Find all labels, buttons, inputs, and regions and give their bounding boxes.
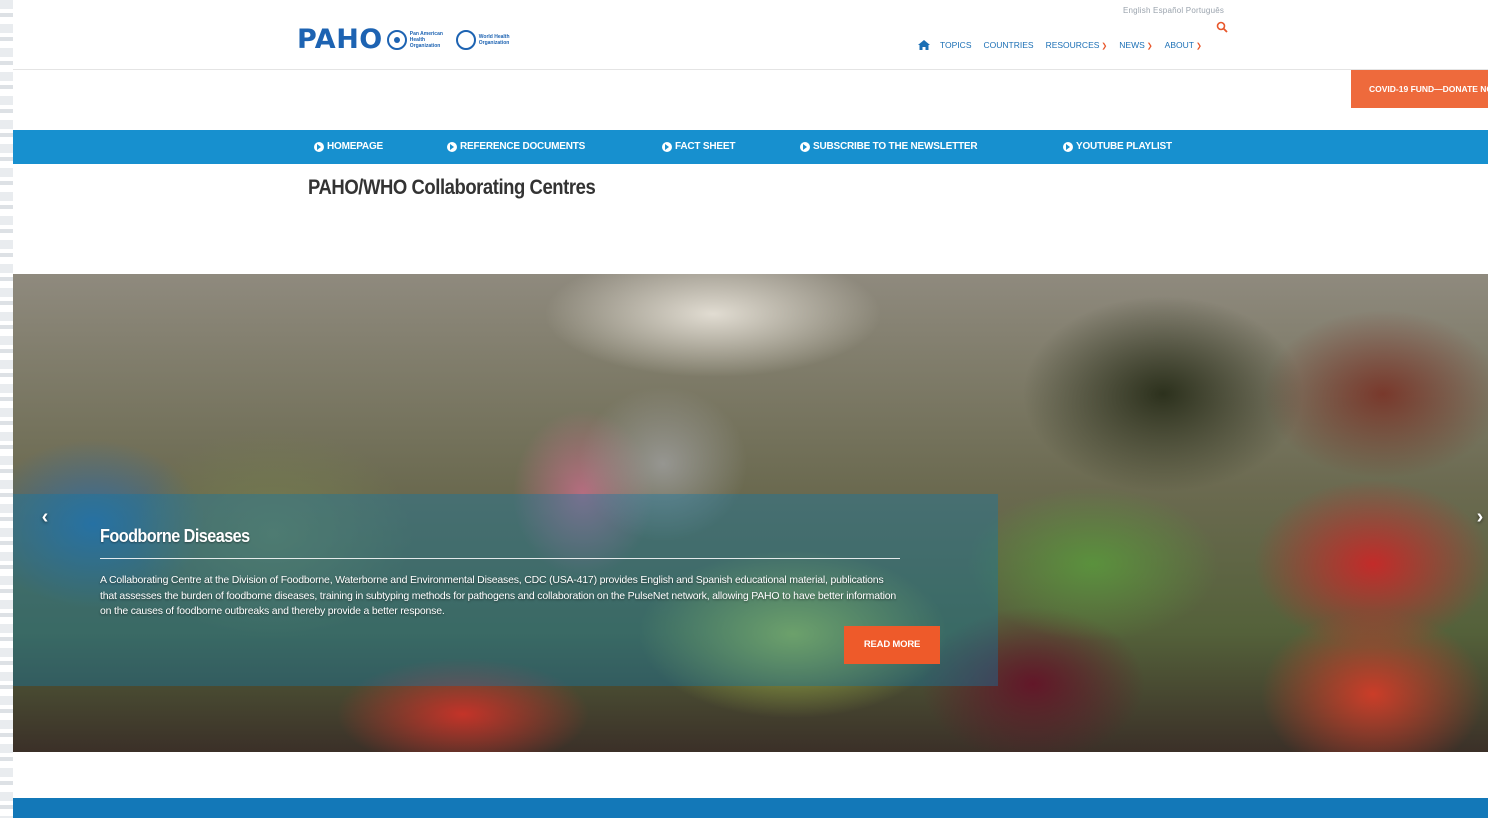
hero-carousel[interactable]: Foodborne Diseases A Collaborating Centr… (13, 274, 1488, 752)
slide-divider (100, 558, 900, 559)
slide-description: A Collaborating Centre at the Division o… (100, 574, 896, 617)
menu-youtube-label: YOUTUBE PLAYLIST (1076, 141, 1172, 152)
search-icon[interactable] (1216, 21, 1228, 33)
chevron-down-icon: ❯ (1195, 43, 1202, 50)
chevron-right-icon[interactable]: › (1473, 506, 1487, 528)
nav-resources[interactable]: RESOURCES ❯ (1046, 40, 1108, 50)
menu-subscribe-label: SUBSCRIBE TO THE NEWSLETTER (813, 141, 978, 152)
language-switcher[interactable]: English Español Português (1123, 6, 1224, 15)
who-name: World Health Organization (478, 33, 510, 46)
logo-wordmark: PAHO (297, 24, 383, 55)
page-title: PAHO/WHO Collaborating Centres (308, 176, 596, 199)
menu-fact-sheet-label: FACT SHEET (675, 141, 736, 152)
footer-band (13, 798, 1488, 818)
who-emblem-icon (455, 29, 476, 50)
menu-youtube-playlist[interactable]: YOUTUBE PLAYLIST (1063, 130, 1172, 164)
arrow-circle-icon (314, 142, 324, 152)
nav-news-label: NEWS (1119, 40, 1145, 50)
top-navigation: TOPICS COUNTRIES RESOURCES ❯ NEWS ❯ ABOUT ❯ (918, 40, 1214, 50)
arrow-circle-icon (1063, 142, 1073, 152)
nav-about-label: ABOUT (1164, 40, 1194, 50)
page-edge (0, 0, 13, 818)
arrow-circle-icon (447, 142, 457, 152)
section-menu: HOMEPAGE REFERENCE DOCUMENTS FACT SHEET … (13, 130, 1488, 164)
chevron-down-icon: ❯ (1146, 43, 1153, 50)
menu-homepage[interactable]: HOMEPAGE (314, 130, 383, 164)
nav-news[interactable]: NEWS ❯ (1119, 40, 1152, 50)
menu-reference-documents[interactable]: REFERENCE DOCUMENTS (447, 130, 585, 164)
nav-resources-label: RESOURCES (1045, 40, 1100, 50)
nav-countries[interactable]: COUNTRIES (984, 40, 1034, 50)
menu-fact-sheet[interactable]: FACT SHEET (662, 130, 735, 164)
menu-homepage-label: HOMEPAGE (327, 141, 383, 152)
paho-emblem-icon (386, 29, 407, 50)
nav-topics[interactable]: TOPICS (940, 40, 972, 50)
read-more-button[interactable]: READ MORE (844, 626, 940, 664)
paho-logo[interactable]: PAHO Pan American Health Organization Wo… (297, 26, 519, 53)
menu-reference-label: REFERENCE DOCUMENTS (460, 141, 586, 152)
donate-button[interactable]: COVID-19 FUND—DONATE NOW (1351, 70, 1488, 108)
arrow-circle-icon (800, 142, 810, 152)
nav-about[interactable]: ABOUT ❯ (1165, 40, 1202, 50)
chevron-left-icon[interactable]: ‹ (38, 506, 52, 528)
nav-countries-label: COUNTRIES (983, 40, 1034, 50)
home-icon[interactable] (918, 40, 930, 50)
nav-topics-label: TOPICS (940, 40, 972, 50)
org-name: Pan American Health Organization (409, 30, 443, 49)
slide-title: Foodborne Diseases (100, 526, 250, 546)
arrow-circle-icon (662, 142, 672, 152)
menu-subscribe[interactable]: SUBSCRIBE TO THE NEWSLETTER (800, 130, 978, 164)
site-header: PAHO Pan American Health Organization Wo… (13, 0, 1488, 70)
chevron-down-icon: ❯ (1101, 43, 1108, 50)
